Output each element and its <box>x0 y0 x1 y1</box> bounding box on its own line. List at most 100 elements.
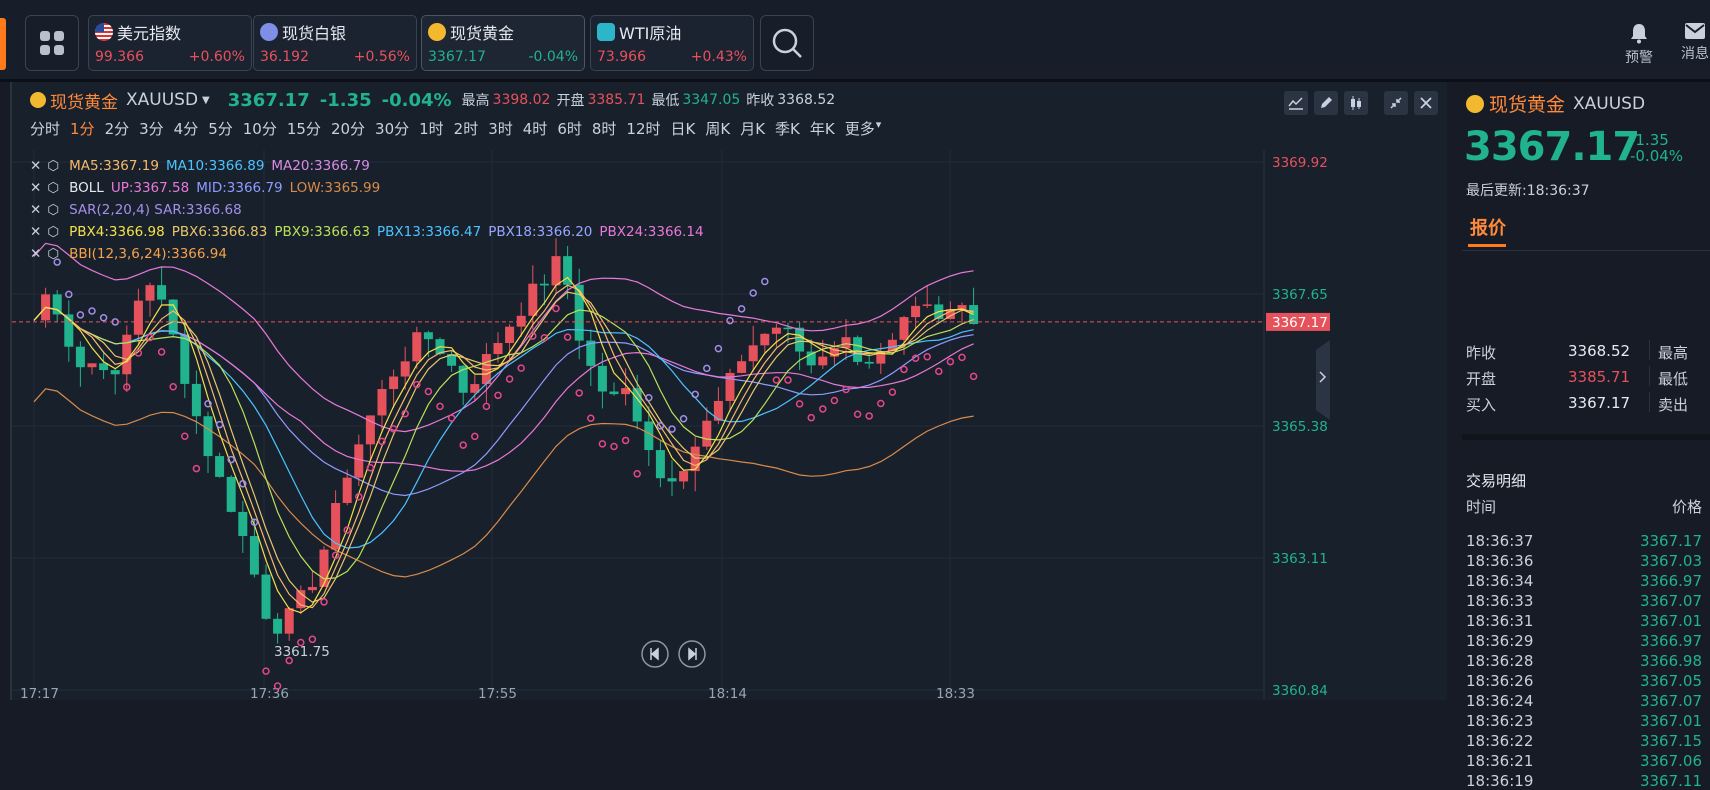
sar-dot <box>900 365 908 374</box>
sar-dot <box>737 305 746 313</box>
period-tab[interactable]: 2时 <box>454 118 479 139</box>
quote-price: 3367.17 <box>428 49 486 65</box>
line-tool-button[interactable] <box>1284 91 1308 115</box>
legend-ma20: MA20:3366.79 <box>271 158 370 174</box>
trade-row: 18:36:22 3367.15 <box>1466 732 1702 750</box>
quote-row-label-2: 卖出 <box>1658 396 1689 414</box>
settings-icon[interactable]: ⬡ <box>47 180 59 196</box>
high-value: 3398.02 <box>492 92 551 108</box>
message-label: 消息 <box>1681 46 1709 62</box>
period-tab[interactable]: 日K <box>671 118 696 139</box>
period-tab[interactable]: 4时 <box>523 118 548 139</box>
period-tab[interactable]: 分时 <box>30 118 60 139</box>
trade-price: 3367.05 <box>1639 672 1702 690</box>
draw-tool-button[interactable] <box>1314 91 1338 115</box>
message-button[interactable]: 消息 <box>1670 22 1710 63</box>
trade-price: 3367.07 <box>1639 592 1702 610</box>
sar-dot <box>784 376 792 384</box>
last-updated: 最后更新:18:36:37 <box>1466 183 1590 199</box>
sar-dot <box>436 402 444 411</box>
period-tab[interactable]: 季K <box>775 118 800 139</box>
quote-card-usd-index[interactable]: 美元指数 99.366 +0.60% <box>88 15 252 71</box>
period-tab[interactable]: 15分 <box>287 118 321 139</box>
close-icon[interactable]: ✕ <box>30 246 41 262</box>
trade-price: 3367.06 <box>1639 752 1702 770</box>
sar-dot <box>598 440 607 448</box>
period-tab[interactable]: 4分 <box>174 118 199 139</box>
trade-row: 18:36:26 3367.05 <box>1466 672 1702 690</box>
legend-boll-name: BOLL <box>69 180 104 196</box>
close-icon[interactable]: ✕ <box>30 180 41 196</box>
period-tab[interactable]: 1时 <box>419 118 444 139</box>
close-icon[interactable]: ✕ <box>30 158 41 174</box>
legend-boll-low: LOW:3365.99 <box>289 180 381 196</box>
close-chart-button[interactable] <box>1414 91 1438 115</box>
close-icon[interactable]: ✕ <box>30 202 41 218</box>
trade-price: 3367.01 <box>1639 612 1702 630</box>
period-tab[interactable]: 8时 <box>592 118 617 139</box>
trade-row: 18:36:31 3367.01 <box>1466 612 1702 630</box>
oil-icon <box>597 23 615 41</box>
period-tab[interactable]: 周K <box>705 118 730 139</box>
candle-body <box>261 574 271 619</box>
symbol-code-dropdown[interactable]: XAUUSD <box>126 90 198 110</box>
period-tab[interactable]: 5分 <box>208 118 233 139</box>
period-tab[interactable]: 2分 <box>105 118 130 139</box>
quote-row-label: 开盘 <box>1466 370 1497 388</box>
candle-body <box>597 365 607 392</box>
settings-icon[interactable]: ⬡ <box>47 224 59 240</box>
tab-quote[interactable]: 报价 <box>1470 214 1506 240</box>
period-tab[interactable]: 年K <box>810 118 835 139</box>
sar-dot <box>969 372 978 381</box>
chevron-down-icon[interactable]: ▾ <box>876 118 882 139</box>
alert-button[interactable]: 预警 <box>1614 22 1664 67</box>
period-tab[interactable]: 3分 <box>139 118 164 139</box>
candle-body <box>783 327 793 330</box>
settings-icon[interactable]: ⬡ <box>47 246 59 262</box>
gold-icon <box>428 23 446 41</box>
panel-symbol-code: XAUUSD <box>1573 93 1646 114</box>
quote-name: 美元指数 <box>117 24 182 43</box>
candle-body <box>864 361 874 364</box>
period-tab[interactable]: 12时 <box>626 118 660 139</box>
candle-body <box>284 608 294 634</box>
quote-card-wti[interactable]: WTI原油 73.966 +0.43% <box>590 15 754 71</box>
side-tab-marker[interactable] <box>0 18 6 70</box>
period-tab[interactable]: 月K <box>740 118 765 139</box>
period-tab[interactable]: 6时 <box>557 118 582 139</box>
sar-dot <box>308 635 317 644</box>
collapse-button[interactable] <box>1384 91 1408 115</box>
x-tick-label: 17:55 <box>478 686 517 700</box>
sar-dot <box>471 432 479 441</box>
trade-time: 18:36:24 <box>1466 692 1534 710</box>
close-icon[interactable]: ✕ <box>30 224 41 240</box>
quote-card-gold[interactable]: 现货黄金 3367.17 -0.04% <box>421 15 585 71</box>
price-change: -1.35 <box>319 89 372 111</box>
candle-type-button[interactable] <box>1344 91 1368 115</box>
period-tab[interactable]: 更多 <box>845 118 875 139</box>
candle-body <box>667 478 677 482</box>
period-tab[interactable]: 1分 <box>70 118 95 139</box>
quote-row-label-2: 最高 <box>1658 344 1689 362</box>
y-tick-label: 3363.11 <box>1272 551 1328 567</box>
legend-ma5: MA5:3367.19 <box>69 158 159 174</box>
period-tab[interactable]: 10分 <box>243 118 277 139</box>
y-tick-label: 3365.38 <box>1272 419 1328 435</box>
quote-price: 99.366 <box>95 49 144 65</box>
chevron-down-icon[interactable]: ▼ <box>202 95 210 106</box>
period-tab[interactable]: 20分 <box>331 118 365 139</box>
settings-icon[interactable]: ⬡ <box>47 202 59 218</box>
sar-dot <box>169 382 177 391</box>
search-button[interactable] <box>760 15 814 71</box>
candle-body <box>771 327 781 334</box>
apps-button[interactable] <box>25 15 79 71</box>
candle-body <box>87 363 97 368</box>
panel-price: 3367.17 <box>1464 124 1640 170</box>
period-tab[interactable]: 30分 <box>375 118 409 139</box>
sar-dot <box>482 402 491 411</box>
trades-title: 交易明细 <box>1466 472 1527 490</box>
period-tab[interactable]: 3时 <box>488 118 513 139</box>
settings-icon[interactable]: ⬡ <box>47 158 59 174</box>
quote-card-silver[interactable]: 现货白银 36.192 +0.56% <box>253 15 417 71</box>
gold-icon <box>1466 94 1484 113</box>
